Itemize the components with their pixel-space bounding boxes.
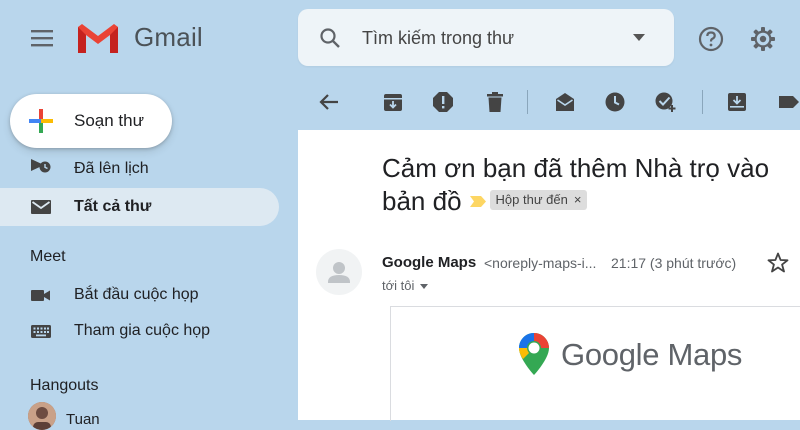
add-task-icon[interactable] <box>654 91 676 113</box>
inbox-label-chip[interactable]: Hộp thư đến × <box>489 190 588 211</box>
back-arrow-icon[interactable] <box>318 91 340 113</box>
sender-name[interactable]: Google Maps <box>382 254 476 271</box>
sent-time: 21:17 (3 phút trước) <box>611 255 737 271</box>
compose-button[interactable]: Soạn thư <box>10 94 172 148</box>
important-marker-icon[interactable] <box>469 195 486 207</box>
remove-label-button[interactable]: × <box>574 192 582 207</box>
keyboard-icon <box>31 325 51 338</box>
hangouts-contact-avatar[interactable] <box>28 402 56 430</box>
gmail-logo-icon[interactable] <box>76 21 120 55</box>
sidebar-item-join-meeting[interactable]: Tham gia cuộc họp <box>0 312 279 350</box>
recipient-details[interactable]: tới tôi <box>382 278 429 293</box>
message-view: Cảm ơn bạn đã thêm Nhà trọ vào bản đồ Hộp… <box>298 130 800 421</box>
compose-plus-icon <box>29 109 53 133</box>
label-icon[interactable] <box>778 91 800 113</box>
hangouts-section-title: Hangouts <box>30 377 99 394</box>
search-bar[interactable] <box>298 9 674 66</box>
google-maps-logo-text: Google Maps <box>561 337 743 372</box>
gear-icon[interactable] <box>749 25 777 53</box>
all-mail-icon <box>31 200 51 214</box>
email-body: Google Maps <box>390 306 800 421</box>
sender-email: <noreply-maps-i... <box>484 255 597 271</box>
sidebar-item-label: Đã lên lịch <box>74 160 149 177</box>
inbox-label-text: Hộp thư đến <box>495 192 568 208</box>
snooze-icon[interactable] <box>604 91 626 113</box>
mark-unread-icon[interactable] <box>554 91 576 113</box>
sidebar-item-label: Tất cả thư <box>74 198 152 215</box>
video-camera-icon <box>31 290 50 301</box>
compose-label: Soạn thư <box>74 111 144 130</box>
message-subject: Cảm ơn bạn đã thêm Nhà trọ vào bản đồ Hộp… <box>382 152 782 218</box>
search-icon[interactable] <box>318 26 342 50</box>
sidebar-item-scheduled[interactable]: Đã lên lịch <box>0 151 279 181</box>
move-to-icon[interactable] <box>726 91 748 113</box>
sidebar-item-start-meeting[interactable]: Bắt đầu cuộc họp <box>0 276 279 314</box>
meet-section-title: Meet <box>30 248 66 265</box>
recipient-text: tới tôi <box>382 278 415 293</box>
toolbar-divider <box>702 90 703 114</box>
sidebar: Soạn thư Đã lên lịch Tất cả thư Meet Bắt… <box>0 76 296 420</box>
delete-icon[interactable] <box>484 91 506 113</box>
toolbar-divider <box>527 90 528 114</box>
search-options-icon[interactable] <box>633 34 645 41</box>
app-title[interactable]: Gmail <box>134 22 203 53</box>
star-icon[interactable] <box>767 252 789 274</box>
sidebar-item-label: Bắt đầu cuộc họp <box>74 286 199 303</box>
search-input[interactable] <box>362 25 612 51</box>
report-spam-icon[interactable] <box>432 91 454 113</box>
message-toolbar <box>298 76 800 130</box>
show-details-caret-icon[interactable] <box>420 284 429 290</box>
google-maps-pin-icon <box>519 333 549 375</box>
main-menu-icon[interactable] <box>28 26 56 50</box>
archive-icon[interactable] <box>382 91 404 113</box>
sidebar-item-all-mail[interactable]: Tất cả thư <box>0 188 279 226</box>
top-bar: Gmail <box>0 0 800 76</box>
scheduled-send-icon <box>31 159 51 173</box>
sender-avatar[interactable] <box>316 249 362 295</box>
sidebar-item-label: Tham gia cuộc họp <box>74 322 211 339</box>
help-icon[interactable] <box>697 25 725 53</box>
